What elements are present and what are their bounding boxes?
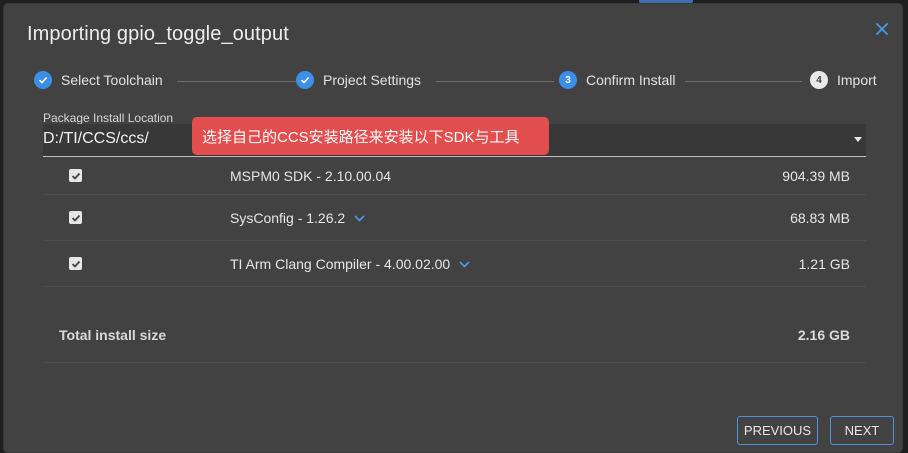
checkmark-icon [71,214,80,222]
total-install-size-label: Total install size [59,327,167,343]
step-confirm-install: 3 Confirm Install [559,69,675,91]
package-name-text: TI Arm Clang Compiler - 4.00.02.00 [230,256,451,272]
install-location-label: Package Install Location [43,111,174,125]
previous-button[interactable]: PREVIOUS [737,416,818,445]
step-label: Confirm Install [586,72,676,88]
next-button[interactable]: NEXT [830,416,894,445]
dialog-title: Importing gpio_toggle_output [27,23,289,45]
package-name: MSPM0 SDK - 2.10.00.04 [230,168,391,184]
package-name-text: MSPM0 SDK - 2.10.00.04 [230,168,392,184]
package-checkbox[interactable] [69,257,82,270]
total-install-size-value: 2.16 GB [797,327,850,343]
package-row[interactable]: SysConfig - 1.26.2 68.83 MB [43,195,866,241]
chevron-down-icon[interactable] [459,260,470,268]
package-row[interactable]: MSPM0 SDK - 2.10.00.04 904.39 MB [43,154,866,195]
close-icon [876,23,888,35]
package-table: MSPM0 SDK - 2.10.00.04 904.39 MB SysConf… [43,154,866,287]
package-size: 1.21 GB [798,256,850,272]
chevron-down-icon[interactable] [354,214,365,222]
step-connector [436,81,554,82]
import-stepper: Select Toolchain Project Settings 3 Conf… [34,69,879,91]
package-size: 68.83 MB [790,210,850,226]
package-name: TI Arm Clang Compiler - 4.00.02.00 [230,256,470,272]
step-label: Project Settings [323,72,422,88]
step-number-badge: 3 [559,71,577,89]
annotation-callout: 选择自己的CCS安装路径来安装以下SDK与工具 [192,117,549,155]
import-dialog: Importing gpio_toggle_output Select Tool… [4,4,902,452]
package-row[interactable]: TI Arm Clang Compiler - 4.00.02.00 1.21 … [43,241,866,287]
step-label: Select Toolchain [61,72,163,88]
caret-down-icon[interactable] [854,137,862,142]
step-number-badge: 4 [810,71,828,89]
check-circle-icon [34,71,52,89]
package-name-text: SysConfig - 1.26.2 [230,210,346,226]
check-circle-icon [296,71,314,89]
step-label: Import [837,72,877,88]
package-size: 904.39 MB [782,168,850,184]
close-button[interactable] [871,18,893,40]
install-location-value: D:/TI/CCS/ccs/ [43,130,149,147]
package-checkbox[interactable] [69,169,82,182]
step-select-toolchain: Select Toolchain [34,69,163,91]
checkmark-icon [71,172,80,180]
package-checkbox[interactable] [69,211,82,224]
step-import: 4 Import [810,69,877,91]
step-connector [177,81,297,82]
step-project-settings: Project Settings [296,69,421,91]
checkmark-icon [71,260,80,268]
package-name: SysConfig - 1.26.2 [230,210,365,226]
step-connector [685,81,802,82]
total-install-size-row: Total install size 2.16 GB [43,304,866,363]
